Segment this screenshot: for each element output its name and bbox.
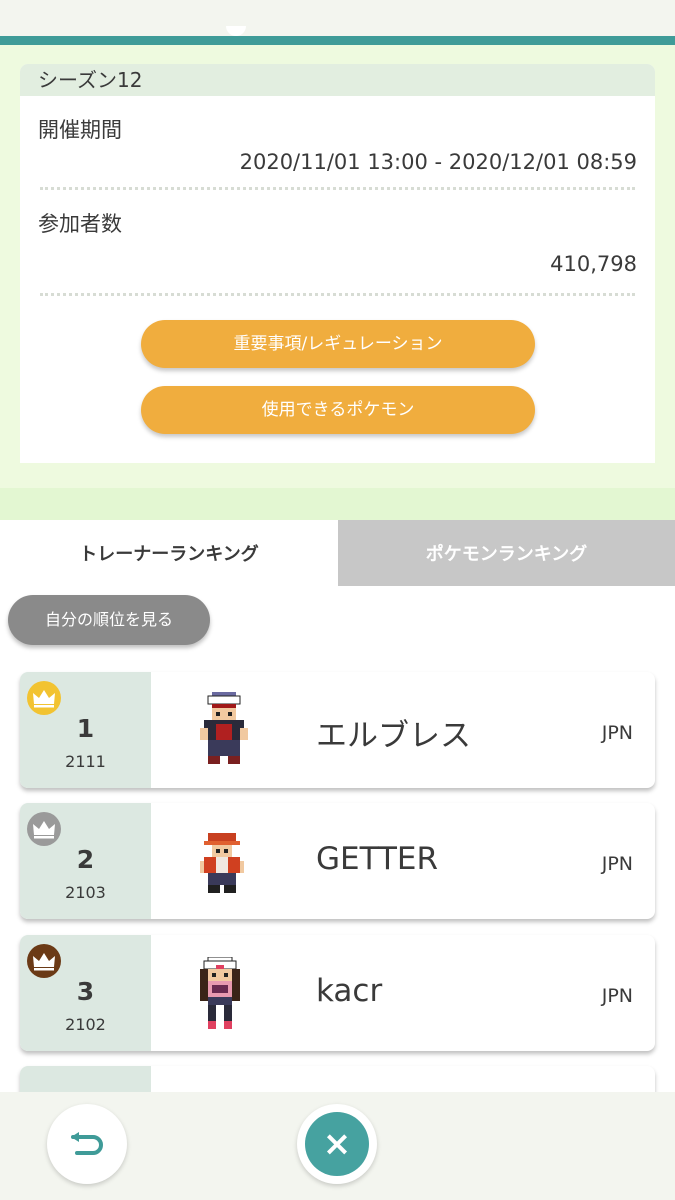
rank-number: 2	[76, 845, 95, 874]
country-code: JPN	[601, 853, 633, 875]
close-button[interactable]: ×	[297, 1104, 377, 1184]
rank-rating: 2111	[65, 752, 106, 771]
usable-pokemon-button[interactable]: 使用できるポケモン	[141, 386, 535, 434]
country-code: JPN	[601, 985, 633, 1007]
top-strip	[0, 0, 675, 36]
participants-value: 410,798	[550, 252, 637, 276]
trainer-sprite-icon	[196, 833, 248, 897]
tab-pokemon-ranking[interactable]: ポケモンランキング	[338, 520, 675, 586]
season-title: シーズン12	[20, 64, 655, 96]
bronze-crown-icon	[27, 944, 61, 978]
tab-trainer-ranking[interactable]: トレーナーランキング	[0, 520, 338, 586]
silver-crown-icon	[27, 812, 61, 846]
rank-number: 3	[76, 977, 95, 1006]
season-info-card: シーズン12 開催期間 2020/11/01 13:00 - 2020/12/0…	[20, 64, 655, 463]
return-arrow-icon	[71, 1132, 103, 1155]
trainer-name: GETTER	[316, 841, 439, 877]
trainer-sprite-icon	[196, 956, 244, 1033]
close-icon: ×	[305, 1112, 369, 1176]
gold-crown-icon	[27, 681, 61, 715]
header-accent-bar	[0, 36, 675, 45]
rank-rating: 2103	[65, 883, 106, 902]
divider	[40, 187, 635, 190]
back-button[interactable]	[47, 1104, 127, 1184]
ranking-row[interactable]: 2 2103 GETTER JPN	[20, 803, 655, 919]
trainer-name: kacr	[316, 973, 383, 1009]
bottom-bar: ×	[0, 1092, 675, 1200]
ranking-row[interactable]: 1 2111 エルブレス JPN	[20, 672, 655, 788]
season-panel-band	[0, 488, 675, 520]
rank-number: 1	[76, 714, 95, 743]
rank-panel: 1 2111	[20, 672, 151, 788]
participants-label: 参加者数	[38, 212, 122, 236]
rank-panel: 2 2103	[20, 803, 151, 919]
divider	[40, 293, 635, 296]
top-notch	[226, 26, 246, 36]
view-own-rank-button[interactable]: 自分の順位を見る	[8, 595, 210, 645]
country-code: JPN	[601, 722, 633, 744]
ranking-row[interactable]: 3 2102 kacr JPN	[20, 935, 655, 1051]
rank-panel: 3 2102	[20, 935, 151, 1051]
trainer-sprite-icon	[196, 692, 252, 772]
period-label: 開催期間	[38, 118, 122, 142]
trainer-name: エルブレス	[316, 718, 471, 754]
period-value: 2020/11/01 13:00 - 2020/12/01 08:59	[239, 150, 637, 174]
regulation-button[interactable]: 重要事項/レギュレーション	[141, 320, 535, 368]
rank-rating: 2102	[65, 1015, 106, 1034]
